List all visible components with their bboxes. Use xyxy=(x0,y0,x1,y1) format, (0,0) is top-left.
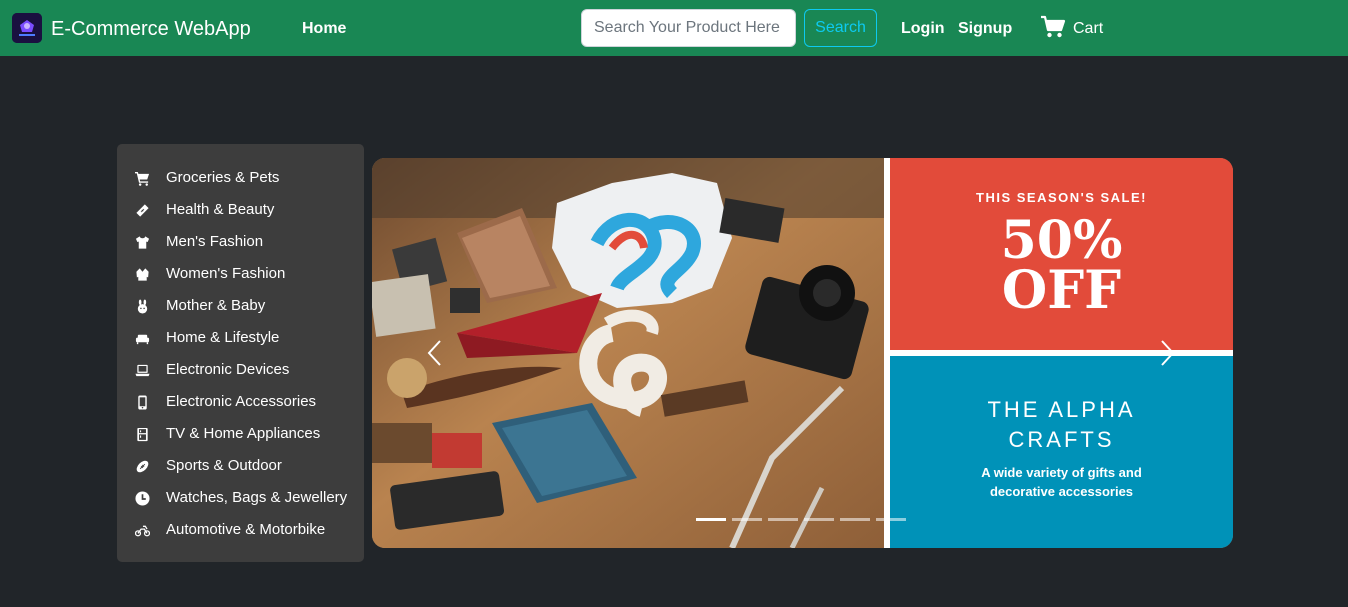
brand-name-line2: CRAFTS xyxy=(1008,427,1115,452)
sidebar-item-mens-fashion[interactable]: Men's Fashion xyxy=(117,226,364,258)
cart-link[interactable]: Cart xyxy=(1040,15,1104,44)
sidebar-item-label: Women's Fashion xyxy=(166,265,286,282)
sale-kicker: THIS SEASON'S SALE! xyxy=(976,190,1147,205)
sofa-icon xyxy=(133,329,151,347)
bandage-icon xyxy=(133,201,151,219)
sidebar-item-tv-home-appliances[interactable]: TV & Home Appliances xyxy=(117,418,364,450)
sidebar-item-watches-bags-jewellery[interactable]: Watches, Bags & Jewellery xyxy=(117,482,364,514)
sidebar-item-home-lifestyle[interactable]: Home & Lifestyle xyxy=(117,322,364,354)
carousel-indicator-2[interactable] xyxy=(732,518,762,521)
search-button[interactable]: Search xyxy=(804,9,877,47)
sidebar-item-label: Sports & Outdoor xyxy=(166,457,282,474)
sale-percent-line: 50% xyxy=(1000,210,1123,271)
sidebar-item-groceries-pets[interactable]: Groceries & Pets xyxy=(117,162,364,194)
login-link[interactable]: Login xyxy=(901,19,945,39)
carousel-indicator-3[interactable] xyxy=(768,518,798,521)
chevron-left-icon xyxy=(427,340,441,366)
sidebar-item-electronic-devices[interactable]: Electronic Devices xyxy=(117,354,364,386)
motorbike-icon xyxy=(133,521,151,539)
sidebar-item-label: Electronic Accessories xyxy=(166,393,317,410)
football-icon xyxy=(133,457,151,475)
sidebar-item-health-beauty[interactable]: Health & Beauty xyxy=(117,194,364,226)
nav-home-link[interactable]: Home xyxy=(302,19,346,39)
brand-panel: THE ALPHA CRAFTS A wide variety of gifts… xyxy=(890,356,1233,548)
chevron-right-icon xyxy=(1161,340,1175,366)
brand-name-line1: THE ALPHA xyxy=(987,397,1136,422)
cart-icon xyxy=(133,169,151,187)
signup-link[interactable]: Signup xyxy=(958,19,1012,39)
brand-title[interactable]: E-Commerce WebApp xyxy=(51,16,251,42)
sidebar-item-mother-baby[interactable]: Mother & Baby xyxy=(117,290,364,322)
sale-percent: 50% OFF xyxy=(890,210,1233,321)
carousel-indicators xyxy=(696,518,912,521)
search-input[interactable] xyxy=(581,9,796,47)
baby-icon xyxy=(133,297,151,315)
cart-label: Cart xyxy=(1073,20,1104,37)
sidebar-item-label: Electronic Devices xyxy=(166,361,290,378)
category-sidebar: Groceries & Pets Health & Beauty Men's F… xyxy=(117,144,364,562)
sale-off-line: OFF xyxy=(1001,260,1122,321)
blouse-icon xyxy=(133,265,151,283)
sidebar-item-sports-outdoor[interactable]: Sports & Outdoor xyxy=(117,450,364,482)
sidebar-item-label: Health & Beauty xyxy=(166,201,275,218)
carousel-next-button[interactable] xyxy=(1151,338,1181,368)
phone-icon xyxy=(133,393,151,411)
laptop-icon xyxy=(133,361,151,379)
sidebar-item-automotive-motorbike[interactable]: Automotive & Motorbike xyxy=(117,514,364,546)
carousel-prev-button[interactable] xyxy=(421,338,451,368)
sidebar-item-label: Men's Fashion xyxy=(166,233,264,250)
brand-description: A wide variety of gifts and decorative a… xyxy=(981,465,1142,499)
carousel-indicator-4[interactable] xyxy=(804,518,834,521)
sidebar-item-label: Home & Lifestyle xyxy=(166,329,280,346)
carousel-indicator-6[interactable] xyxy=(876,518,906,521)
sidebar-item-label: TV & Home Appliances xyxy=(166,425,321,442)
cart-icon xyxy=(1040,15,1066,44)
sidebar-item-label: Automotive & Motorbike xyxy=(166,521,326,538)
hero-carousel: THIS SEASON'S SALE! 50% OFF THE ALPHA CR… xyxy=(372,158,1233,548)
brand-name: THE ALPHA CRAFTS xyxy=(890,395,1233,455)
sidebar-item-electronic-accessories[interactable]: Electronic Accessories xyxy=(117,386,364,418)
brand-logo[interactable] xyxy=(12,13,42,43)
clock-icon xyxy=(133,489,151,507)
sidebar-item-womens-fashion[interactable]: Women's Fashion xyxy=(117,258,364,290)
sidebar-item-label: Mother & Baby xyxy=(166,297,266,314)
sale-panel: THIS SEASON'S SALE! 50% OFF xyxy=(890,158,1233,350)
tshirt-icon xyxy=(133,233,151,251)
carousel-indicator-5[interactable] xyxy=(840,518,870,521)
sidebar-item-label: Watches, Bags & Jewellery xyxy=(166,489,348,506)
appliance-icon xyxy=(133,425,151,443)
carousel-indicator-1[interactable] xyxy=(696,518,726,521)
sidebar-item-label: Groceries & Pets xyxy=(166,169,280,186)
navbar: E-Commerce WebApp Home Search Login Sign… xyxy=(0,0,1348,56)
